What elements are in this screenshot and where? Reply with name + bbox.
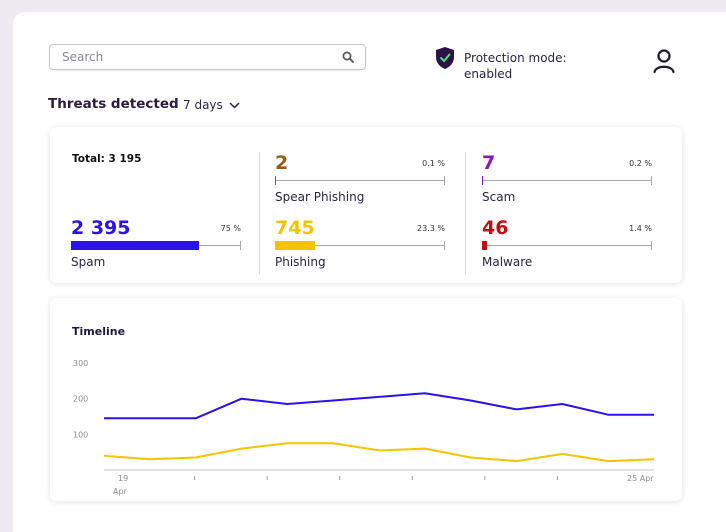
divider [259,152,260,274]
y-tick-label: 100 [73,430,88,439]
timeline-card: Timeline 300 200 100 19 Apr 25 Apr [50,298,682,501]
search-icon[interactable] [341,50,355,64]
stat-bar [71,241,241,250]
x-tick-label: 19 [118,474,128,483]
stat-percent: 0.2 % [629,159,652,168]
timeline-chart: 300 200 100 19 Apr 25 Apr [73,359,655,496]
shield-check-icon [434,46,456,70]
threats-title: Threats detected [48,96,179,112]
stat-bar [482,241,652,250]
y-tick-label: 300 [73,359,88,368]
user-icon[interactable] [652,48,676,74]
total-count: Total: 3 195 [72,153,142,165]
search-box[interactable] [49,44,366,70]
range-value: 7 days [183,98,223,112]
stat-percent: 1.4 % [629,224,652,233]
x-tick-label: 25 Apr [627,474,654,483]
threats-card: Total: 3 195 2 395 75 % Spam 2 0.1 % Spe… [50,127,682,283]
series-line-1 [104,392,654,420]
stat-label: Spear Phishing [275,190,365,204]
stat-phishing: 745 23.3 % Phishing [275,217,445,269]
stat-label: Phishing [275,255,326,269]
stat-bar [275,241,445,250]
stat-value: 2 395 [71,217,131,239]
protection-status-text: Protection mode: enabled [464,51,567,81]
stat-malware: 46 1.4 % Malware [482,217,652,269]
stat-value: 7 [482,152,496,174]
chevron-down-icon [229,98,240,112]
stat-percent: 75 % [220,224,241,233]
stat-bar [482,176,652,185]
stat-percent: 23.3 % [417,224,445,233]
stat-label: Scam [482,190,516,204]
search-input[interactable] [60,49,341,65]
stat-value: 46 [482,217,509,239]
stat-bar [275,176,445,185]
stat-scam: 7 0.2 % Scam [482,152,652,204]
protection-status: Protection mode: enabled [434,46,574,82]
stat-value: 2 [275,152,289,174]
y-tick-label: 200 [73,395,88,404]
series-line-2 [103,442,655,463]
divider [465,152,466,274]
range-dropdown[interactable]: 7 days [183,98,240,112]
stat-spear-phishing: 2 0.1 % Spear Phishing [275,152,445,204]
stat-percent: 0.1 % [422,159,445,168]
stat-label: Malware [482,255,533,269]
stat-label: Spam [71,255,106,269]
x-tick-label: Apr [113,487,128,496]
stat-spam: 2 395 75 % Spam [71,217,241,269]
